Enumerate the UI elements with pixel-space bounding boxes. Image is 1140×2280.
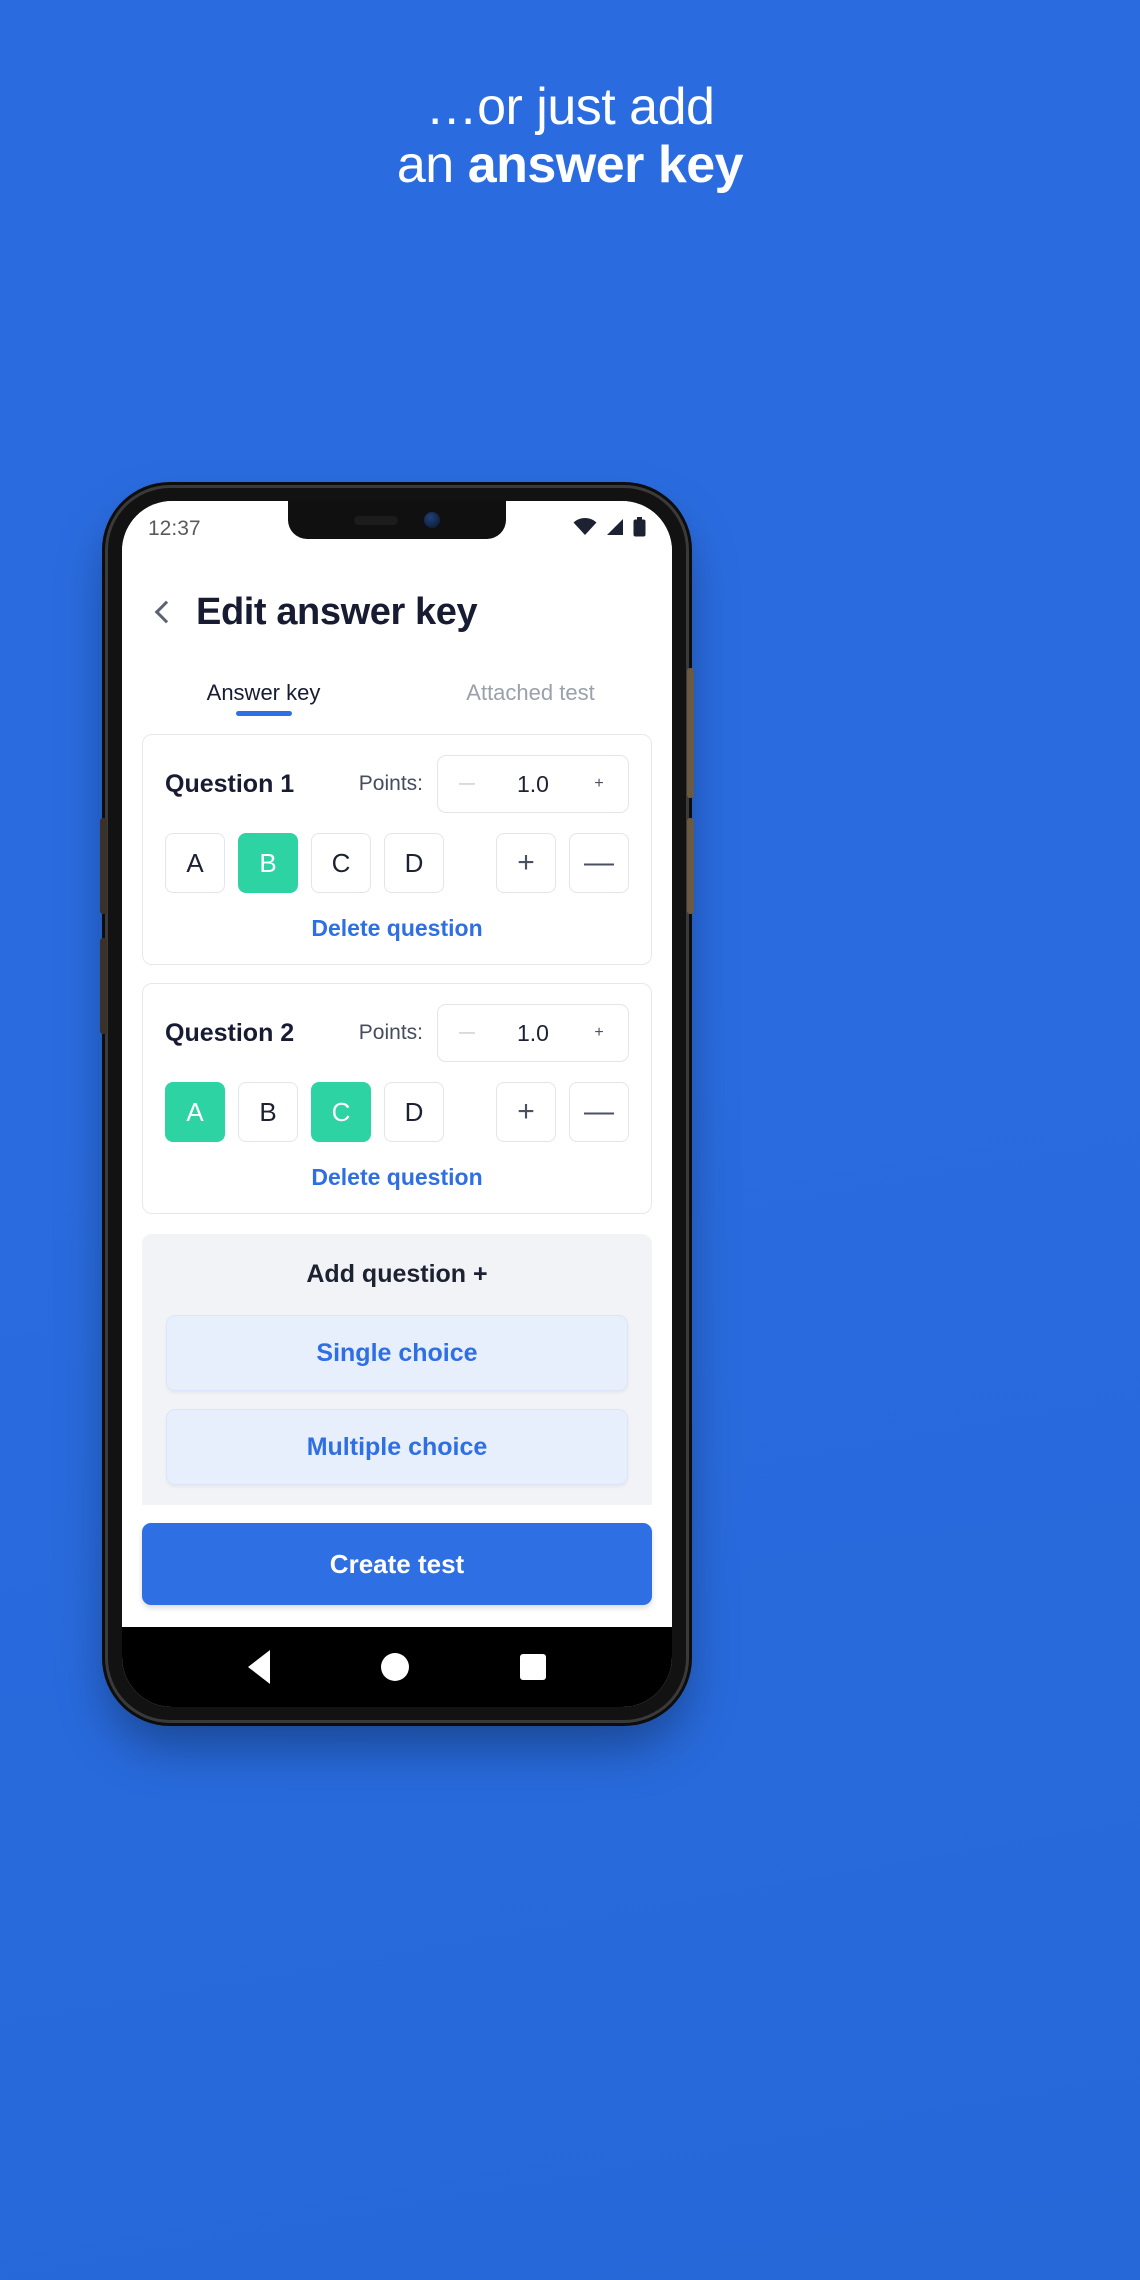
points-stepper: — 1.0 + [437,1004,629,1062]
answer-key-list: Question 1 Points: — 1.0 + A B C D + — D… [122,716,672,1505]
points-decrement-button[interactable]: — [444,1010,490,1056]
status-bar: 12:37 [122,501,672,557]
tab-attached-test[interactable]: Attached test [397,666,664,716]
answer-option-c[interactable]: C [311,1082,371,1142]
points-label: Points: [358,1021,423,1044]
tab-active-indicator [235,711,292,716]
tab-bar: Answer key Attached test [122,666,672,716]
answer-option-a[interactable]: A [165,1082,225,1142]
battery-icon [633,516,646,542]
option-count-controls: + — [496,833,629,893]
answer-options-row: A B C D + — [165,1082,629,1142]
answer-option-b[interactable]: B [238,1082,298,1142]
question-header-row: Question 1 Points: — 1.0 + [165,755,629,813]
delete-question-button[interactable]: Delete question [165,893,629,950]
back-chevron-icon[interactable] [150,600,176,626]
nav-home-icon[interactable] [380,1653,409,1681]
question-title: Question 2 [165,1018,295,1047]
single-choice-button[interactable]: Single choice [166,1315,628,1391]
answer-option-c[interactable]: C [311,833,371,893]
answer-options: A B C D [165,1082,444,1142]
display-notch [288,501,506,539]
promo-headline-line2: an answer key [0,136,1140,194]
answer-option-d[interactable]: D [384,833,444,893]
phone-power-button[interactable] [687,668,694,798]
tab-answer-key[interactable]: Answer key [130,666,397,716]
status-bar-icons [573,516,646,542]
points-label: Points: [358,772,423,795]
question-header-row: Question 2 Points: — 1.0 + [165,1004,629,1062]
points-stepper: — 1.0 + [437,755,629,813]
wifi-icon [573,517,597,541]
points-increment-button[interactable]: + [576,761,622,807]
multiple-choice-button[interactable]: Multiple choice [166,1409,628,1485]
points-control: Points: — 1.0 + [359,755,629,813]
points-control: Points: — 1.0 + [359,1004,629,1062]
option-count-controls: + — [496,1082,629,1142]
answer-option-d[interactable]: D [384,1082,444,1142]
remove-option-button[interactable]: — [569,833,629,893]
cellular-signal-icon [605,518,625,541]
add-question-label: Add question + [306,1260,488,1288]
answer-options: A B C D [165,833,444,893]
points-increment-button[interactable]: + [576,1010,622,1056]
phone-side-button[interactable] [687,818,694,914]
add-option-button[interactable]: + [496,833,556,893]
app-header: Edit answer key [122,557,672,640]
phone-volume-down-button[interactable] [100,938,107,1034]
phone-volume-up-button[interactable] [100,818,107,914]
phone-mockup: 12:37 Edit answer key Answer key Attache… [100,488,694,1720]
delete-question-button[interactable]: Delete question [165,1142,629,1199]
points-decrement-button[interactable]: — [444,761,490,807]
answer-option-b[interactable]: B [238,833,298,893]
promo-headline: …or just add an answer key [0,78,1140,194]
promo-headline-line2-bold: answer key [467,136,744,195]
android-navigation-bar [122,1627,672,1707]
tab-attached-test-label: Attached test [466,680,595,705]
status-bar-clock: 12:37 [148,517,201,540]
question-title: Question 1 [165,769,295,798]
question-card: Question 2 Points: — 1.0 + A B C D + — D… [142,983,652,1214]
page-title: Edit answer key [196,591,478,633]
promo-headline-line1: …or just add [425,78,715,136]
remove-option-button[interactable]: — [569,1082,629,1142]
front-camera-icon [424,512,440,528]
nav-back-icon[interactable] [247,1650,270,1684]
add-option-button[interactable]: + [496,1082,556,1142]
points-value: 1.0 [517,770,549,797]
nav-recents-icon[interactable] [520,1654,547,1680]
promo-headline-line2-prefix: an [396,136,468,195]
add-question-panel: Add question + Single choice Multiple ch… [142,1234,652,1505]
phone-screen: 12:37 Edit answer key Answer key Attache… [122,501,672,1707]
question-card: Question 1 Points: — 1.0 + A B C D + — D… [142,734,652,965]
create-test-button[interactable]: Create test [142,1523,652,1605]
tab-answer-key-label: Answer key [206,680,321,705]
answer-options-row: A B C D + — [165,833,629,893]
bottom-action-bar: Create test [122,1505,672,1627]
points-value: 1.0 [517,1019,549,1046]
earpiece-speaker-icon [354,515,398,525]
answer-option-a[interactable]: A [165,833,225,893]
